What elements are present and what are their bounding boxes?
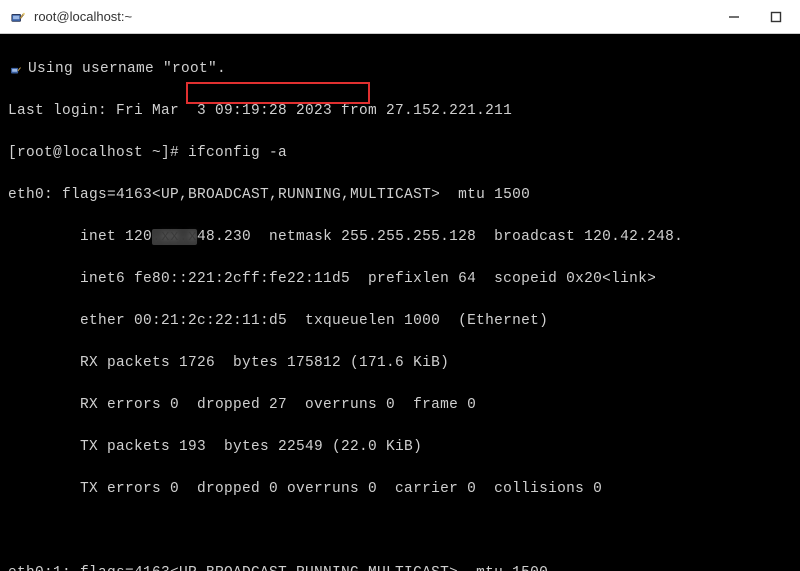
shell-prompt: [root@localhost ~]#: [8, 145, 188, 161]
eth0-inet6-line: inet6 fe80::221:2cff:fe22:11d5 prefixlen…: [8, 269, 792, 290]
eth01-header: eth0:1: flags=4163<UP,BROADCAST,RUNNING,…: [8, 563, 792, 571]
shell-command: ifconfig -a: [188, 145, 287, 161]
eth0-header: eth0: flags=4163<UP,BROADCAST,RUNNING,MU…: [8, 185, 792, 206]
eth0-rx-errors: RX errors 0 dropped 27 overruns 0 frame …: [8, 395, 792, 416]
window-title: root@localhost:~: [34, 9, 722, 24]
maximize-button[interactable]: [764, 5, 788, 29]
terminal-output[interactable]: Using username "root". Last login: Fri M…: [0, 34, 800, 571]
window-controls: [722, 5, 788, 29]
last-login-line: Last login: Fri Mar 3 09:19:28 2023 from…: [8, 101, 792, 122]
eth0-inet-b: 48.230 netmask 255.255.255.128 broadcast…: [197, 229, 683, 245]
eth0-inet-line: inet 120.xx.x48.230 netmask 255.255.255.…: [8, 227, 792, 248]
eth0-inet-a: inet 120: [8, 229, 152, 245]
minimize-button[interactable]: [722, 5, 746, 29]
prompt-line: [root@localhost ~]# ifconfig -a: [8, 143, 792, 164]
redacted-ip: .xx.x: [152, 229, 197, 245]
eth0-ether-line: ether 00:21:2c:22:11:d5 txqueuelen 1000 …: [8, 311, 792, 332]
eth0-rx-packets: RX packets 1726 bytes 175812 (171.6 KiB): [8, 353, 792, 374]
eth0-tx-errors: TX errors 0 dropped 0 overruns 0 carrier…: [8, 479, 792, 500]
banner-text: Using username "root".: [28, 59, 226, 80]
eth0-tx-packets: TX packets 193 bytes 22549 (22.0 KiB): [8, 437, 792, 458]
window-titlebar: root@localhost:~: [0, 0, 800, 34]
blank-line: [8, 521, 792, 542]
putty-icon: [8, 7, 28, 27]
terminal-banner-line: Using username "root".: [8, 59, 792, 80]
putty-icon-small: [8, 62, 24, 78]
